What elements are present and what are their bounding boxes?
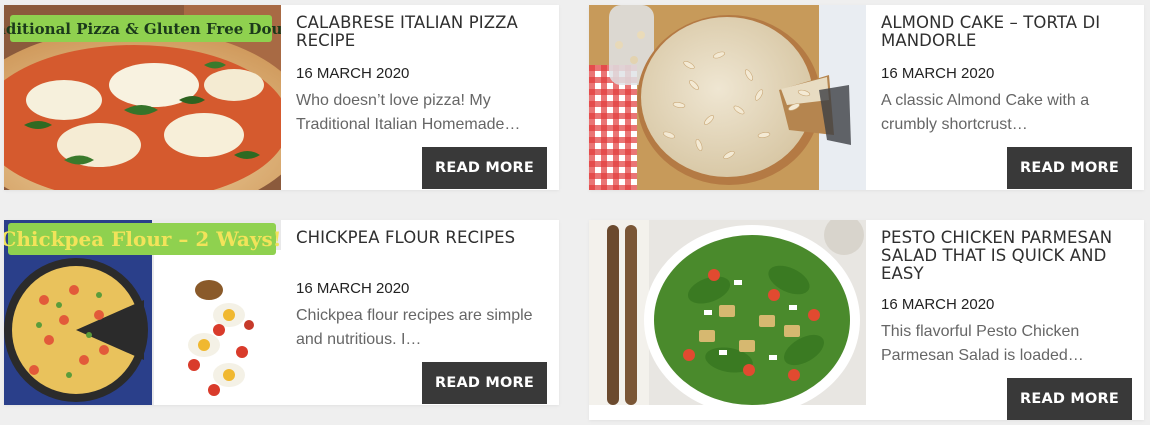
post-title[interactable]: CALABRESE ITALIAN PIZZA RECIPE: [296, 14, 547, 50]
post-excerpt: Chickpea flour recipes are simple and nu…: [296, 307, 533, 348]
read-more-button[interactable]: READ MORE: [422, 362, 547, 404]
post-card-chickpea: Chickpea Flour – 2 Ways! CHICKPEA FLOUR …: [4, 220, 559, 405]
almond-cake-image: [589, 5, 866, 190]
post-excerpt: A classic Almond Cake with a crumbly sho…: [881, 92, 1090, 133]
read-more-button[interactable]: READ MORE: [1007, 147, 1132, 189]
read-more-button[interactable]: READ MORE: [1007, 378, 1132, 420]
pizza-caption-text: Traditional Pizza & Gluten Free Dough: [4, 20, 281, 38]
post-excerpt: Who doesn’t love pizza! My Traditional I…: [296, 92, 521, 133]
post-title[interactable]: PESTO CHICKEN PARMESAN SALAD THAT IS QUI…: [881, 229, 1132, 283]
post-date: 16 MARCH 2020: [296, 65, 410, 82]
post-thumbnail-almond-cake[interactable]: [589, 5, 866, 190]
post-date: 16 MARCH 2020: [296, 280, 410, 297]
post-date: 16 MARCH 2020: [881, 65, 995, 82]
post-card-almond-cake: ALMOND CAKE – TORTA DI MANDORLE 16 MARCH…: [589, 5, 1144, 190]
post-thumbnail-pizza[interactable]: Traditional Pizza & Gluten Free Dough: [4, 5, 281, 190]
chickpea-caption-text: Chickpea Flour – 2 Ways!: [4, 227, 281, 251]
post-title[interactable]: CHICKPEA FLOUR RECIPES: [296, 229, 547, 247]
post-card-pesto-salad: PESTO CHICKEN PARMESAN SALAD THAT IS QUI…: [589, 220, 1144, 420]
post-title[interactable]: ALMOND CAKE – TORTA DI MANDORLE: [881, 14, 1132, 50]
pesto-salad-image: [589, 220, 866, 405]
post-thumbnail-pesto-salad[interactable]: [589, 220, 866, 405]
post-card-pizza: Traditional Pizza & Gluten Free Dough CA…: [4, 5, 559, 190]
chickpea-image: Chickpea Flour – 2 Ways!: [4, 220, 281, 405]
pizza-image: Traditional Pizza & Gluten Free Dough: [4, 5, 281, 190]
post-excerpt: This flavorful Pesto Chicken Parmesan Sa…: [881, 323, 1084, 364]
post-date: 16 MARCH 2020: [881, 296, 995, 313]
post-thumbnail-chickpea[interactable]: Chickpea Flour – 2 Ways!: [4, 220, 281, 405]
read-more-button[interactable]: READ MORE: [422, 147, 547, 189]
